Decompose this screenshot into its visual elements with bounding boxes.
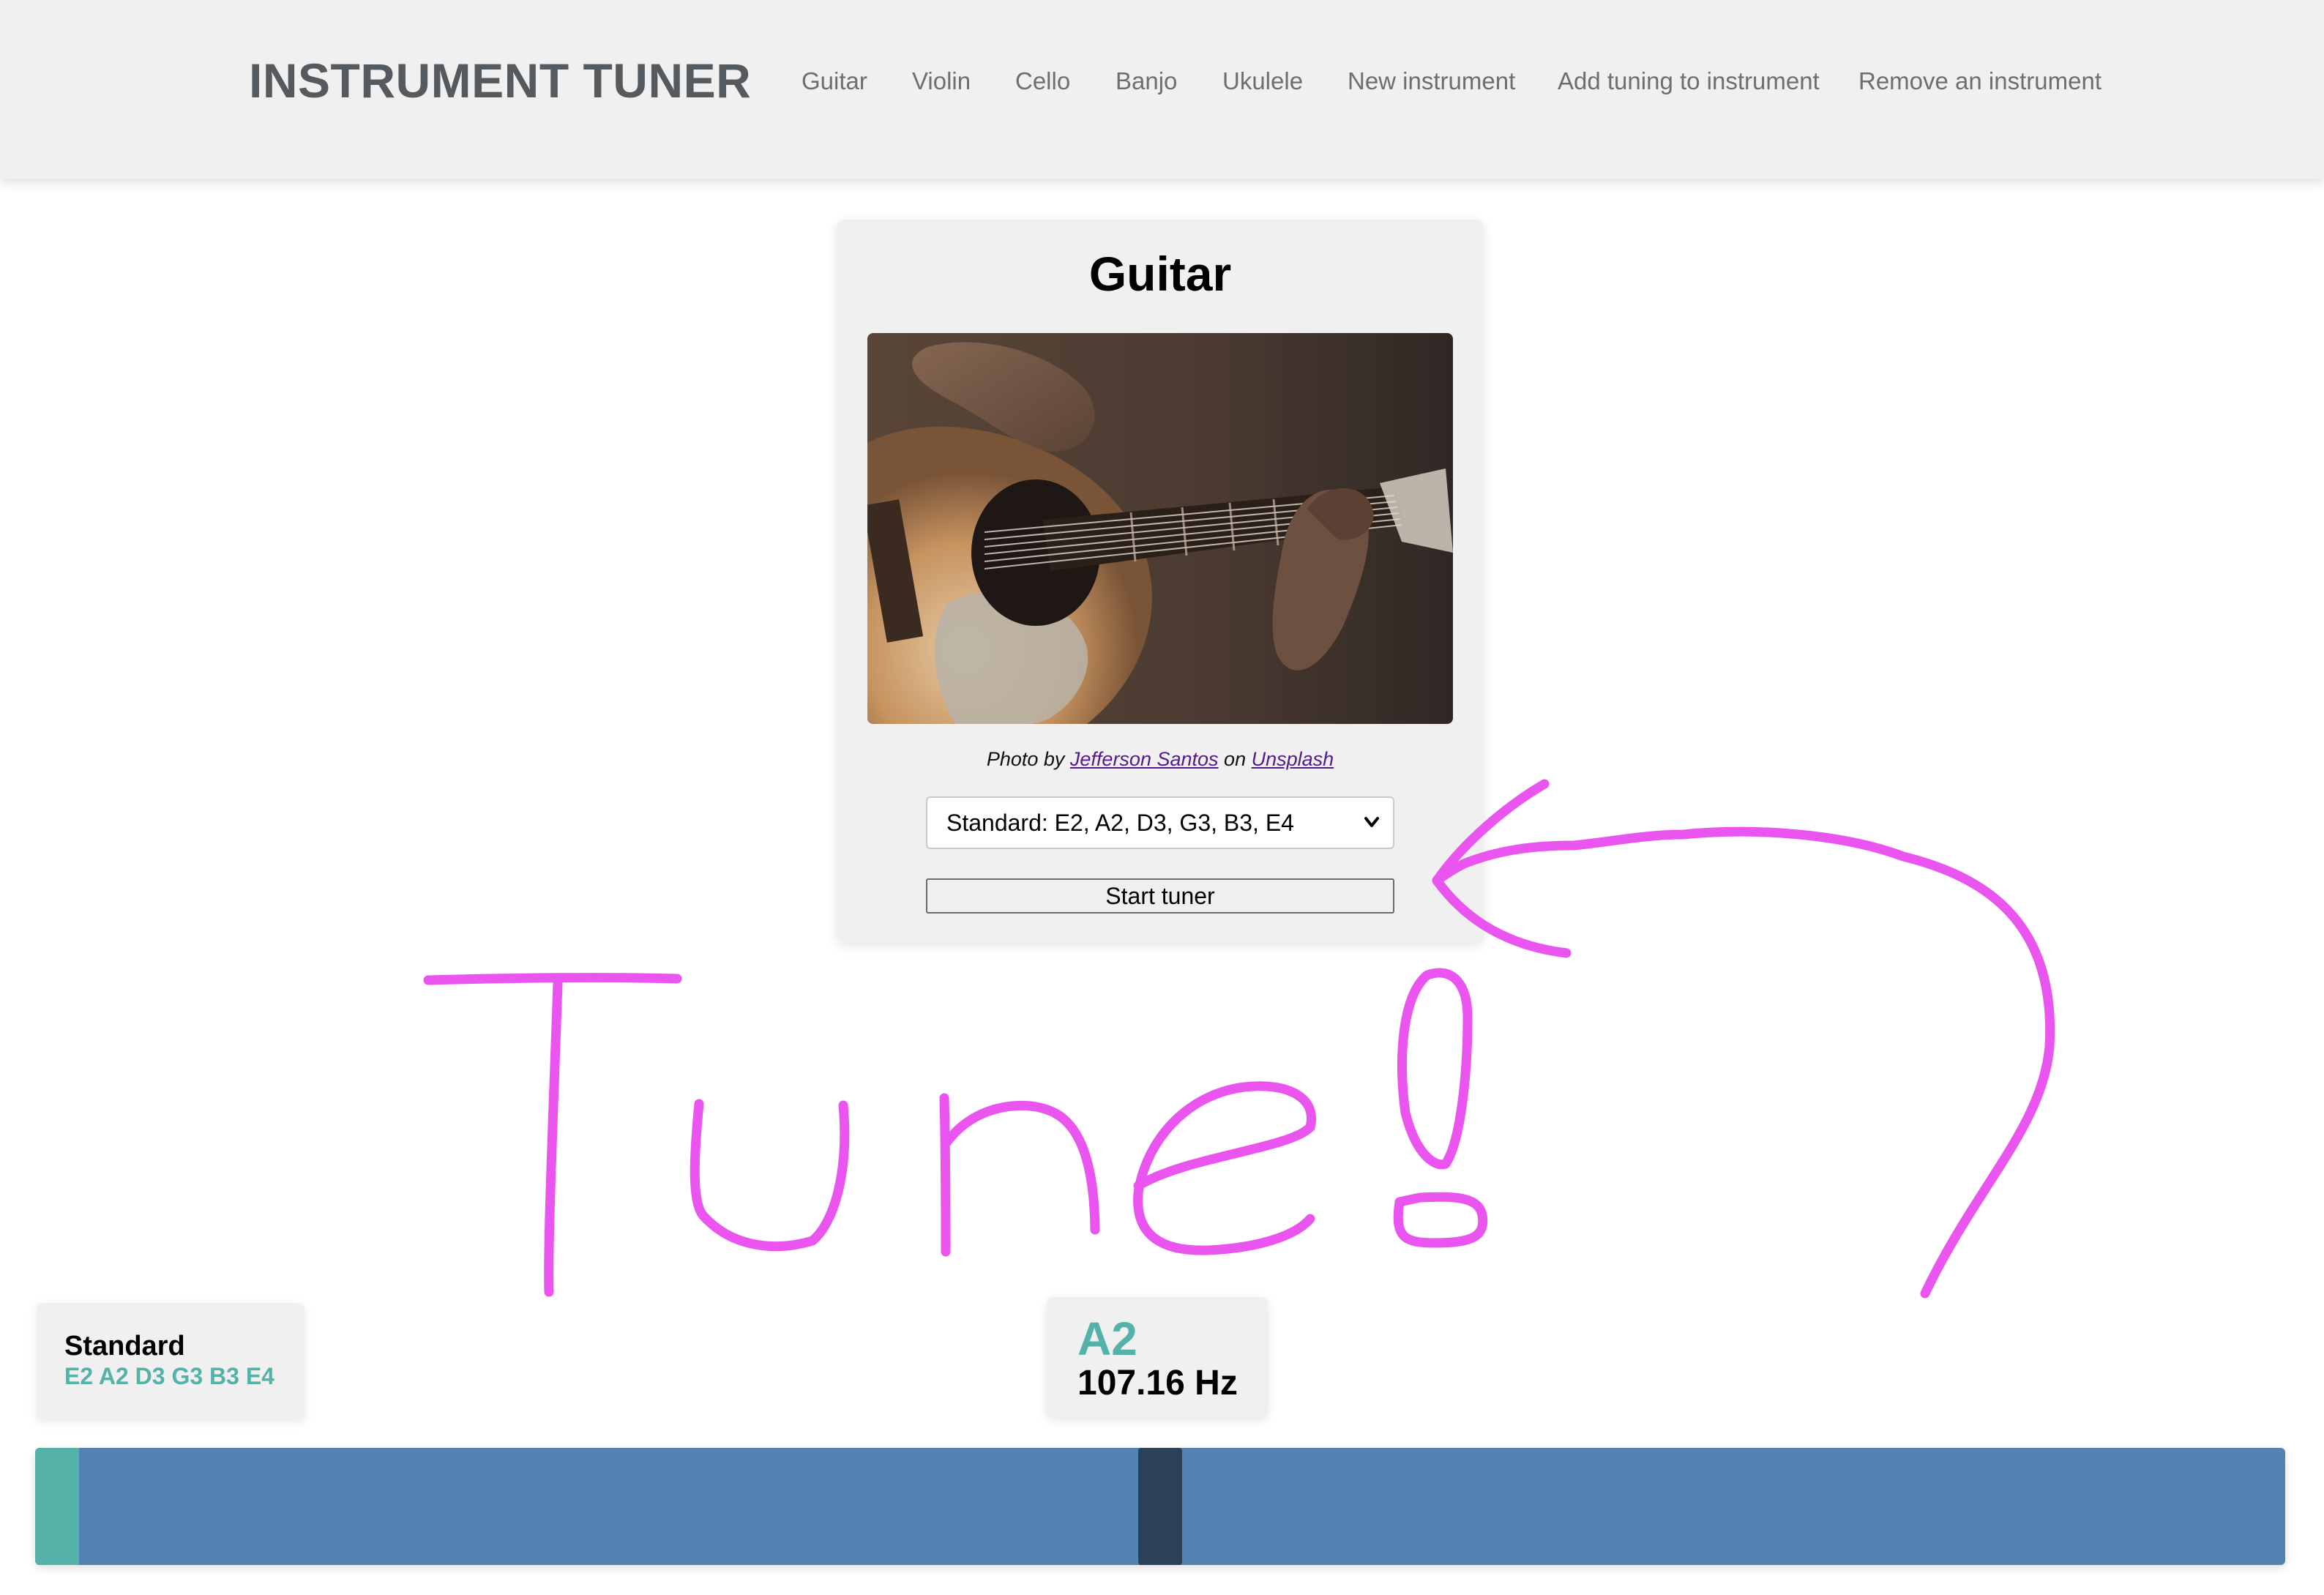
nav-guitar[interactable]: Guitar bbox=[802, 67, 867, 95]
pitch-meter bbox=[35, 1448, 2285, 1565]
credit-prefix: Photo by bbox=[986, 748, 1065, 770]
detected-note: A2 bbox=[1077, 1312, 1137, 1365]
credit-middle: on bbox=[1224, 748, 1247, 770]
tuning-select[interactable]: Standard: E2, A2, D3, G3, B3, E4 bbox=[926, 796, 1394, 849]
nav-cello[interactable]: Cello bbox=[1015, 67, 1070, 95]
tuning-name: Standard bbox=[64, 1331, 185, 1361]
chevron-down-icon bbox=[1364, 798, 1380, 866]
photo-credit: Photo by Jefferson Santos on Unsplash bbox=[837, 748, 1484, 771]
top-navigation-bar: INSTRUMENT TUNER Guitar Violin Cello Ban… bbox=[0, 0, 2324, 179]
detected-frequency: 107.16 Hz bbox=[1077, 1364, 1238, 1402]
tuning-select-value: Standard: E2, A2, D3, G3, B3, E4 bbox=[946, 810, 1294, 836]
guitar-photo bbox=[867, 333, 1453, 724]
unsplash-link[interactable]: Unsplash bbox=[1252, 748, 1334, 770]
detected-note-panel: A2 107.16 Hz bbox=[1047, 1297, 1268, 1417]
meter-needle bbox=[1138, 1448, 1182, 1565]
tuning-notes: E2 A2 D3 G3 B3 E4 bbox=[64, 1363, 274, 1389]
photographer-link[interactable]: Jefferson Santos bbox=[1070, 748, 1219, 770]
nav-add-tuning[interactable]: Add tuning to instrument bbox=[1558, 67, 1820, 95]
start-tuner-button[interactable]: Start tuner bbox=[926, 878, 1394, 914]
meter-target-marker bbox=[35, 1448, 79, 1565]
instrument-card: Guitar Photo by Jefferson Santos on Unsp… bbox=[837, 220, 1484, 943]
nav-new-instrument[interactable]: New instrument bbox=[1348, 67, 1515, 95]
nav-banjo[interactable]: Banjo bbox=[1116, 67, 1177, 95]
guitar-photo-image bbox=[867, 333, 1453, 724]
instrument-title: Guitar bbox=[1088, 247, 1232, 301]
nav-violin[interactable]: Violin bbox=[912, 67, 971, 95]
nav-remove-instrument[interactable]: Remove an instrument bbox=[1858, 67, 2101, 95]
current-tuning-panel: Standard E2 A2 D3 G3 B3 E4 bbox=[37, 1303, 304, 1419]
site-logo[interactable]: INSTRUMENT TUNER bbox=[249, 53, 751, 108]
nav-ukulele[interactable]: Ukulele bbox=[1222, 67, 1303, 95]
